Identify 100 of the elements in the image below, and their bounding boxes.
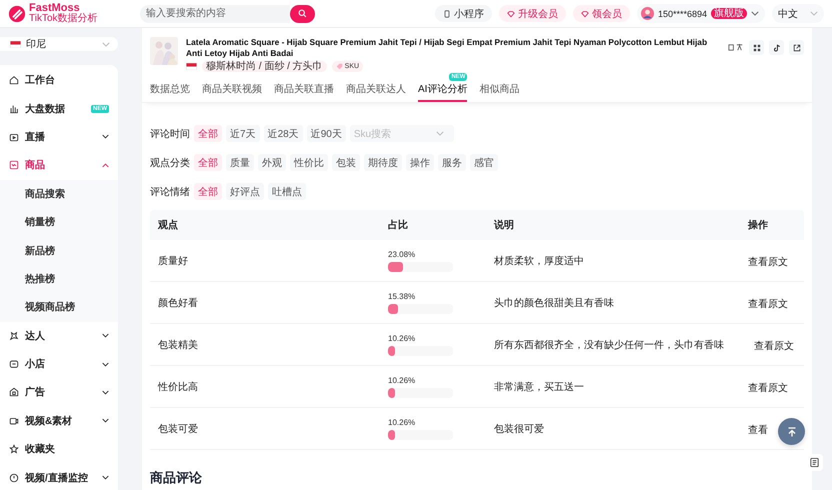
sidebar-item[interactable]: 小店: [0, 350, 118, 378]
filter-chip[interactable]: 包装: [332, 154, 360, 171]
table-cell-text: 性价比高: [158, 380, 199, 394]
logo-icon: [8, 4, 26, 22]
column-header: 说明: [494, 218, 515, 232]
bar-chart-icon: [9, 104, 19, 114]
chevron-down-icon: [102, 390, 109, 395]
share-percent: 10.26%: [388, 334, 416, 342]
filter-chip[interactable]: 操作: [406, 154, 434, 171]
star-icon: [9, 444, 19, 454]
filter-chip[interactable]: 近28天: [264, 125, 303, 142]
sidebar-subitem[interactable]: 新品榜: [0, 236, 118, 265]
share-percent: 10.26%: [388, 376, 416, 384]
chevron-down-icon: [751, 11, 759, 16]
share-percent: 15.38%: [388, 292, 416, 300]
filter-chip[interactable]: 全部: [194, 125, 222, 142]
country-select[interactable]: 印尼: [0, 37, 118, 51]
tiktok-button[interactable]: [769, 40, 784, 55]
table-cell-text: 包装精美: [158, 338, 199, 352]
product-title: Latela Aromatic Square - Hijab Square Premium Jahit Tepi / Hijab Segi Empat Premium Jahit Tepi Nyaman Polycotton Lembut Hijab Anti Letoy Hijab Anti Badai: [186, 37, 708, 59]
music-note-icon: [772, 44, 780, 52]
category-tag: 穆斯林时尚 / 面纱 / 方头巾: [202, 61, 327, 72]
filter-chip[interactable]: 全部: [194, 183, 222, 200]
sidebar-item[interactable]: 直播: [0, 122, 118, 152]
filter-chip[interactable]: 质量: [226, 154, 254, 171]
sidebar-subitem[interactable]: 销量榜: [0, 208, 118, 236]
language-select[interactable]: 中文: [772, 4, 824, 23]
sidebar-item[interactable]: 达人: [0, 322, 118, 350]
filter-label: 评论情绪: [150, 186, 190, 198]
external-link-icon: [792, 44, 800, 52]
sidebar-subitem[interactable]: 视频商品榜: [0, 293, 118, 322]
sidebar-item[interactable]: 视频&素材: [0, 406, 118, 436]
table-cell-text: 包装很可爱: [494, 422, 545, 436]
sidebar-item[interactable]: 收藏夹: [0, 435, 118, 464]
logo-subtitle: TikTok数据分析: [29, 14, 98, 24]
phone-icon: [442, 10, 451, 18]
tag-icon: [336, 63, 343, 70]
flag-icon: [10, 40, 21, 48]
translate-icon[interactable]: [728, 43, 744, 52]
flag-icon: [186, 63, 197, 70]
qr-code-icon: [752, 44, 760, 52]
document-icon: [809, 457, 820, 468]
sidebar-subitem[interactable]: 商品搜索: [0, 180, 118, 208]
view-original-link[interactable]: 查看原文: [748, 382, 788, 394]
chevron-down-icon: [102, 475, 109, 480]
header-button[interactable]: 升级会员: [498, 5, 566, 22]
chevron-down-icon: [102, 418, 109, 424]
home-icon: [9, 75, 19, 86]
clock-icon: [9, 472, 19, 483]
filter-chip[interactable]: 期待度: [364, 154, 402, 171]
diamond-icon: [506, 10, 515, 18]
section-title: 商品评论: [150, 469, 203, 487]
table-cell-text: 非常满意，买五送一: [494, 380, 585, 394]
chevron-down-icon: [436, 131, 444, 136]
sidebar-item[interactable]: 商品: [0, 151, 118, 180]
search-icon: [298, 9, 307, 18]
filter-chip[interactable]: 好评点: [226, 183, 264, 200]
tab[interactable]: 商品关联视频: [202, 79, 262, 100]
column-header: 操作: [746, 218, 769, 232]
chevron-up-icon: [102, 162, 109, 168]
chevron-down-icon: [102, 333, 109, 338]
search-field[interactable]: 输入要搜索的内容: [140, 4, 290, 22]
share-percent: 23.08%: [388, 250, 416, 258]
chevron-down-icon: [102, 134, 109, 140]
header-button[interactable]: 小程序: [434, 5, 492, 22]
header-button[interactable]: 领会员: [572, 5, 630, 22]
chevron-down-icon: [102, 362, 109, 367]
filter-chip[interactable]: 服务: [438, 154, 466, 171]
filter-label: 评论时间: [150, 128, 190, 140]
filter-chip[interactable]: 近7天: [226, 125, 260, 142]
view-original-link[interactable]: 查看: [748, 424, 768, 436]
tab[interactable]: 商品关联直播: [274, 79, 334, 100]
filter-chip[interactable]: 全部: [194, 154, 222, 171]
logo-name: FastMoss: [29, 3, 80, 14]
table-cell-text: 所有东西都很齐全，没有缺少任何一件，头巾有香味: [494, 338, 724, 352]
table-cell-text: 包装可爱: [158, 422, 199, 436]
view-original-link[interactable]: 查看原文: [748, 298, 788, 310]
tv-icon: [9, 132, 19, 142]
view-original-link[interactable]: 查看原文: [748, 256, 788, 268]
arrow-up-icon: [786, 426, 798, 438]
filter-chip[interactable]: 近90天: [306, 125, 346, 142]
filter-chip[interactable]: 感官: [470, 154, 498, 171]
filter-chip[interactable]: 性价比: [290, 154, 328, 171]
table-cell-text: 质量好: [158, 254, 189, 268]
avatar-icon: [640, 7, 654, 20]
filter-chip[interactable]: 吐槽点: [268, 183, 306, 200]
view-original-link[interactable]: 查看原文: [754, 340, 794, 352]
external-link-button[interactable]: [789, 40, 804, 55]
filter-label: 观点分类: [150, 156, 190, 170]
sidebar-item[interactable]: 工作台: [0, 66, 118, 94]
tab[interactable]: 数据总览: [150, 79, 190, 100]
filter-chip[interactable]: 外观: [258, 154, 286, 171]
sidebar-item[interactable]: 广告: [0, 378, 118, 407]
tab[interactable]: 商品关联达人: [346, 79, 406, 100]
search-button[interactable]: [290, 4, 315, 22]
tab[interactable]: 相似商品: [479, 79, 520, 100]
sidebar-subitem[interactable]: 热推榜: [0, 264, 118, 294]
account-menu[interactable]: 150****6894 旗舰版: [636, 4, 765, 23]
sidebar-item[interactable]: 视频/直播监控: [0, 463, 118, 490]
qr-code-button[interactable]: [749, 40, 764, 55]
